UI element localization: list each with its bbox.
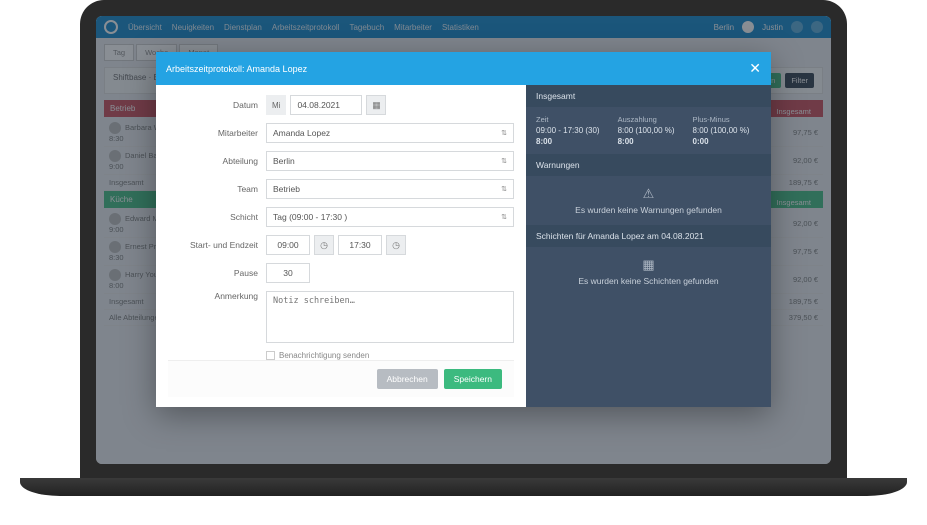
shift-select[interactable]: Tag (09:00 - 17:30 ) xyxy=(266,207,514,227)
day-chip: Mi xyxy=(266,95,286,115)
modal-summary: Insgesamt Zeit09:00 - 17:30 (30)8:00 Aus… xyxy=(526,85,771,407)
start-time-input[interactable] xyxy=(266,235,310,255)
modal-title: Arbeitszeitprotokoll: Amanda Lopez xyxy=(166,64,307,74)
date-input[interactable] xyxy=(290,95,362,115)
pause-input[interactable] xyxy=(266,263,310,283)
summary-stats: Zeit09:00 - 17:30 (30)8:00 Auszahlung8:0… xyxy=(536,115,761,146)
summary-total-header: Insgesamt xyxy=(526,85,771,107)
warnings-header: Warnungen xyxy=(526,154,771,176)
calendar-icon[interactable]: ▦ xyxy=(366,95,386,115)
label-team: Team xyxy=(168,184,258,194)
checkbox-icon xyxy=(266,351,275,360)
label-startend: Start- und Endzeit xyxy=(168,240,258,250)
department-select[interactable]: Berlin xyxy=(266,151,514,171)
note-textarea[interactable] xyxy=(266,291,514,343)
label-employee: Mitarbeiter xyxy=(168,128,258,138)
shifts-header: Schichten für Amanda Lopez am 04.08.2021 xyxy=(526,225,771,247)
warnings-empty: ⚠ Es wurden keine Warnungen gefunden xyxy=(526,176,771,225)
modal-header: Arbeitszeitprotokoll: Amanda Lopez ✕ xyxy=(156,52,771,85)
clock-icon[interactable]: ◷ xyxy=(314,235,334,255)
cancel-button[interactable]: Abbrechen xyxy=(377,369,438,389)
label-department: Abteilung xyxy=(168,156,258,166)
timesheet-modal: Arbeitszeitprotokoll: Amanda Lopez ✕ Dat… xyxy=(156,52,771,407)
save-button[interactable]: Speichern xyxy=(444,369,502,389)
warning-icon: ⚠ xyxy=(526,186,771,202)
label-note: Anmerkung xyxy=(168,291,258,301)
team-select[interactable]: Betrieb xyxy=(266,179,514,199)
close-icon[interactable]: ✕ xyxy=(749,60,761,77)
laptop-base xyxy=(20,478,907,496)
modal-form: Datum Mi ▦ Mitarbeiter Amanda Lopez Abte… xyxy=(156,85,526,407)
screen: Übersicht Neuigkeiten Dienstplan Arbeits… xyxy=(96,16,831,464)
notify-label: Benachrichtigung senden xyxy=(279,351,369,360)
employee-select[interactable]: Amanda Lopez xyxy=(266,123,514,143)
modal-footer: Abbrechen Speichern xyxy=(168,360,514,397)
clock-icon[interactable]: ◷ xyxy=(386,235,406,255)
notify-checkbox[interactable]: Benachrichtigung senden xyxy=(266,351,514,360)
laptop-frame: Übersicht Neuigkeiten Dienstplan Arbeits… xyxy=(80,0,847,480)
label-date: Datum xyxy=(168,100,258,110)
label-pause: Pause xyxy=(168,268,258,278)
calendar-icon: ▦ xyxy=(526,257,771,273)
end-time-input[interactable] xyxy=(338,235,382,255)
label-shift: Schicht xyxy=(168,212,258,222)
shifts-empty: ▦ Es wurden keine Schichten gefunden xyxy=(526,247,771,296)
